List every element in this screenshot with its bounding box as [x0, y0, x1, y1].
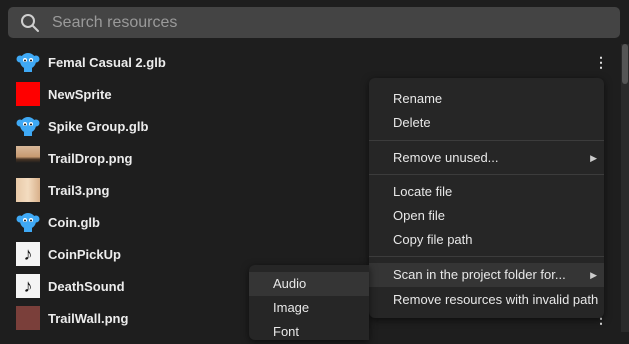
menu-separator	[369, 174, 604, 175]
chevron-right-icon: ▶	[590, 153, 597, 163]
menu-item-delete[interactable]: Delete	[369, 111, 604, 135]
audio-icon: ♪	[16, 274, 40, 298]
menu-item-rename[interactable]: Rename	[369, 87, 604, 111]
scan-submenu: Audio Image Font	[249, 265, 369, 340]
resource-name: Coin.glb	[48, 214, 100, 230]
menu-item-copy-file-path[interactable]: Copy file path	[369, 228, 604, 252]
menu-item-remove-invalid-path[interactable]: Remove resources with invalid path	[369, 288, 604, 312]
audio-icon: ♪	[16, 242, 40, 266]
chevron-right-icon: ▶	[590, 270, 597, 280]
search-icon	[21, 13, 39, 32]
texture-thumbnail	[16, 178, 40, 202]
submenu-item-image[interactable]: Image	[249, 296, 369, 320]
menu-separator	[369, 256, 604, 257]
menu-item-open-file[interactable]: Open file	[369, 204, 604, 228]
model-icon	[16, 114, 40, 138]
resource-name: NewSprite	[48, 86, 112, 102]
list-item[interactable]: Femal Casual 2.glb ⋮	[0, 46, 618, 78]
resource-name: TrailDrop.png	[48, 150, 133, 166]
scrollbar-track[interactable]	[621, 44, 629, 332]
resource-name: CoinPickUp	[48, 246, 121, 262]
submenu-item-audio[interactable]: Audio	[249, 272, 369, 296]
scrollbar-thumb[interactable]	[622, 44, 628, 84]
row-menu-icon[interactable]: ⋮	[594, 54, 608, 71]
submenu-item-font[interactable]: Font	[249, 320, 369, 344]
menu-item-label: Scan in the project folder for...	[393, 267, 566, 282]
menu-item-label: Remove unused...	[393, 150, 499, 165]
menu-item-locate-file[interactable]: Locate file	[369, 180, 604, 204]
model-icon	[16, 50, 40, 74]
resource-name: Femal Casual 2.glb	[48, 54, 166, 70]
menu-item-scan-project-folder[interactable]: Scan in the project folder for... ▶	[369, 263, 604, 287]
model-icon	[16, 210, 40, 234]
resource-name: Spike Group.glb	[48, 118, 149, 134]
menu-separator	[369, 140, 604, 141]
texture-thumbnail	[16, 146, 40, 170]
menu-item-remove-unused[interactable]: Remove unused... ▶	[369, 146, 604, 170]
search-bar[interactable]	[8, 7, 620, 38]
texture-thumbnail	[16, 306, 40, 330]
sprite-thumbnail	[16, 82, 40, 106]
resource-name: TrailWall.png	[48, 310, 129, 326]
context-menu: Rename Delete Remove unused... ▶ Locate …	[369, 78, 604, 318]
resource-name: Trail3.png	[48, 182, 110, 198]
search-input[interactable]	[50, 7, 620, 38]
resource-name: DeathSound	[48, 278, 125, 294]
